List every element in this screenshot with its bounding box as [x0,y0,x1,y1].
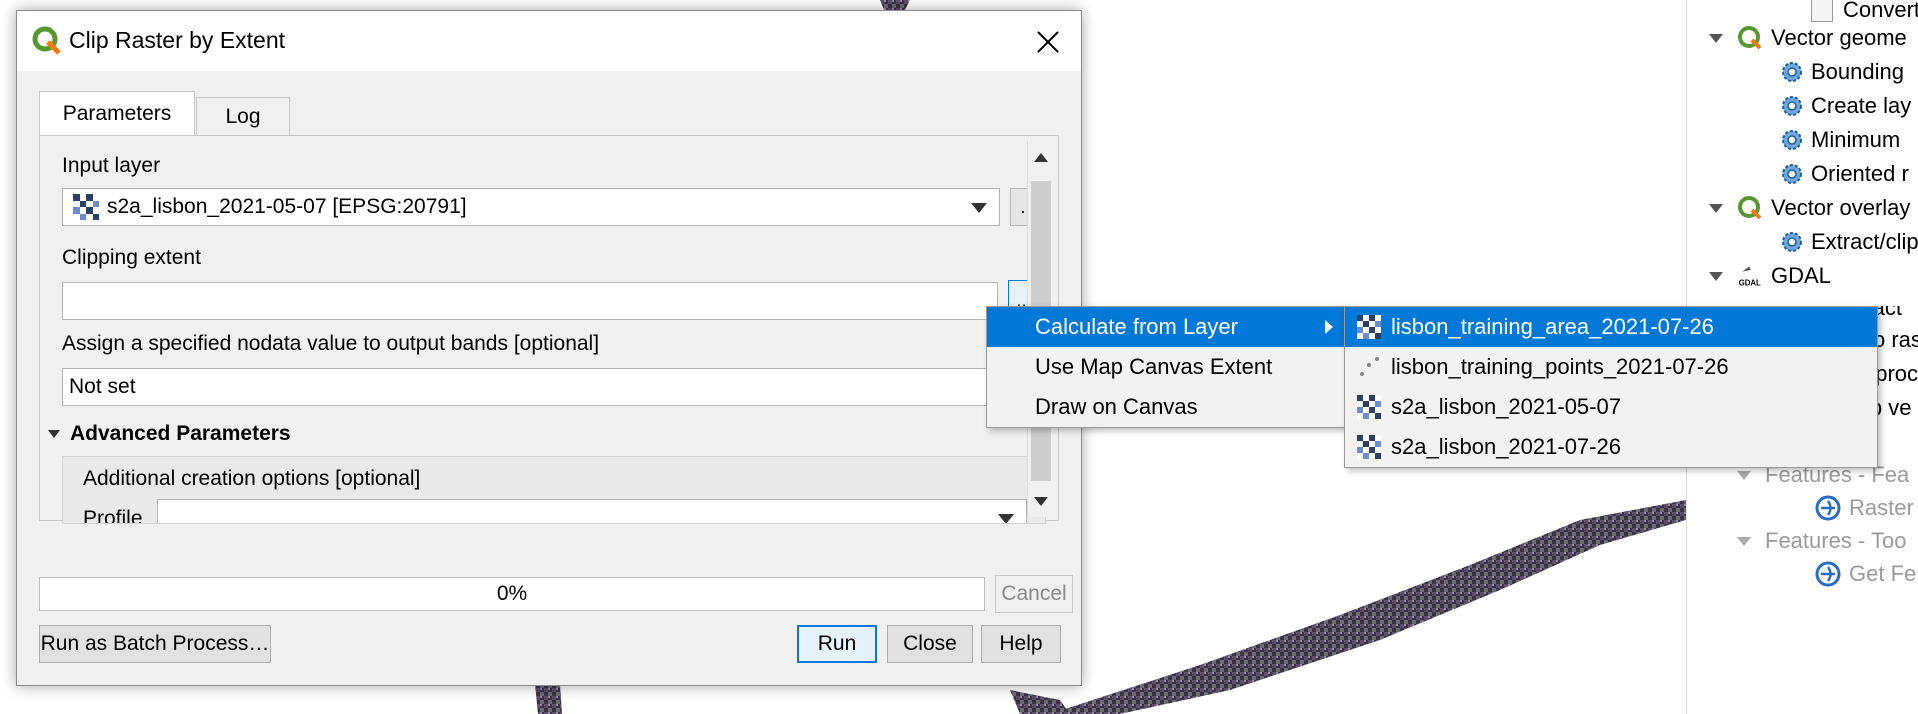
toolbox-item[interactable]: Extract/clip [1779,226,1918,258]
toolbox-label: Vector overlay [1771,195,1911,220]
progress-text: 0% [496,582,528,605]
layer-menu-item[interactable]: lisbon_training_area_2021-07-26 [1345,307,1877,347]
clip-raster-dialog: Clip Raster by Extent Parameters Log Inp… [16,10,1082,686]
nodata-input[interactable]: Not set [62,368,1046,406]
expand-arrow-icon[interactable] [1737,536,1751,546]
toolbox-label: Create lay [1811,93,1912,118]
menu-item-calculate-from-layer[interactable]: Calculate from Layer [987,307,1349,347]
advanced-parameters-toggle[interactable]: Advanced Parameters [48,422,291,446]
toolbox-label: Oriented r [1811,161,1909,186]
raster-layer-icon [1357,395,1381,419]
toolbox-label: Convert la [1843,0,1918,22]
menu-item-label: Draw on Canvas [1035,394,1198,419]
input-layer-label: Input layer [62,154,161,177]
toolbox-group-vector-geometry[interactable]: Vector geome [1709,22,1907,54]
close-button[interactable]: Close [887,625,973,663]
creation-options-label: Additional creation options [optional] [83,467,421,490]
clipping-extent-input[interactable] [62,282,998,320]
run-batch-button[interactable]: Run as Batch Process… [39,625,271,663]
input-layer-value: s2a_lisbon_2021-05-07 [EPSG:20791] [107,195,467,218]
raster-layer-icon [1357,315,1381,339]
toolbox-item[interactable]: Raster [1813,492,1914,524]
svg-text:GDAL: GDAL [1739,279,1761,288]
toolbox-label: Extract/clip [1811,229,1918,254]
clipping-extent-label: Clipping extent [62,246,201,269]
expand-arrow-icon[interactable] [1709,271,1723,281]
toolbox-label: Bounding [1811,59,1904,84]
profile-label: Profile [83,507,143,524]
advanced-parameters-label: Advanced Parameters [70,422,291,445]
raster-layer-icon [73,194,99,220]
gear-icon [1779,229,1805,255]
layer-menu-item[interactable]: s2a_lisbon_2021-07-26 [1345,427,1877,467]
toolbox-label: Vector geome [1771,25,1907,50]
help-button[interactable]: Help [981,625,1061,663]
gear-icon [1779,93,1805,119]
scroll-up-icon[interactable] [1034,153,1048,162]
toolbox-group-gdal[interactable]: GDAL GDAL [1709,260,1831,292]
gear-icon [1779,161,1805,187]
menu-item-label: Calculate from Layer [1035,314,1238,339]
layer-submenu: lisbon_training_area_2021-07-26 lisbon_t… [1344,306,1878,468]
qgis-logo-icon [1738,196,1762,220]
parameters-panel: Input layer s2a_lisbon_2021-05-07 [EPSG:… [39,135,1059,524]
menu-item-label: Use Map Canvas Extent [1035,354,1273,379]
point-layer-icon [1360,357,1379,376]
tab-log[interactable]: Log [196,97,290,136]
gear-icon [1779,59,1805,85]
layer-menu-item[interactable]: lisbon_training_points_2021-07-26 [1345,347,1877,387]
close-icon[interactable] [1031,25,1065,59]
qgis-logo-icon [1738,26,1762,50]
extent-context-menu: Calculate from Layer Use Map Canvas Exte… [986,306,1350,428]
gear-icon [1779,127,1805,153]
nodata-value: Not set [69,375,136,398]
plugin-icon [1815,561,1841,587]
toolbox-label: Get Fe [1849,561,1917,586]
toolbox-label: Minimum [1811,127,1901,152]
toolbox-item[interactable]: Create lay [1779,90,1911,122]
layer-menu-label: s2a_lisbon_2021-05-07 [1391,394,1621,419]
scroll-down-icon[interactable] [1034,497,1048,506]
qgis-logo-icon [32,26,61,55]
tab-parameters[interactable]: Parameters [39,91,195,136]
toolbox-label: o ras [1873,327,1918,352]
toolbox-item[interactable]: Bounding [1779,56,1904,88]
menu-item-draw-on-canvas[interactable]: Draw on Canvas [987,387,1349,427]
tool-icon [1811,0,1833,22]
expand-arrow-icon[interactable] [1709,33,1723,43]
menu-item-use-map-canvas-extent[interactable]: Use Map Canvas Extent [987,347,1349,387]
submenu-arrow-icon [1325,320,1333,334]
cancel-button[interactable]: Cancel [995,575,1073,613]
toolbox-group-vector-overlay[interactable]: Vector overlay [1709,192,1910,224]
expand-arrow-icon[interactable] [1737,470,1751,480]
toolbox-label: Raster [1849,495,1914,520]
collapse-arrow-icon [48,430,60,438]
toolbox-label: GDAL [1771,263,1831,288]
chevron-down-icon [971,203,987,213]
layer-menu-label: lisbon_training_area_2021-07-26 [1391,314,1714,339]
profile-combo[interactable] [157,499,1027,523]
layer-menu-label: s2a_lisbon_2021-07-26 [1391,434,1621,459]
raster-layer-icon [1357,435,1381,459]
toolbox-item[interactable]: o ras [1873,324,1918,356]
input-layer-combo[interactable]: s2a_lisbon_2021-05-07 [EPSG:20791] [62,188,1000,226]
nodata-label: Assign a specified nodata value to outpu… [62,332,600,355]
layer-menu-label: lisbon_training_points_2021-07-26 [1391,354,1729,379]
toolbox-item[interactable]: Oriented r [1779,158,1909,190]
dialog-title: Clip Raster by Extent [69,27,286,53]
toolbox-item[interactable]: Get Fe [1813,558,1916,590]
toolbox-label: Features - Too [1765,528,1907,553]
advanced-parameters-group: Additional creation options [optional] P… [62,456,1046,524]
progress-bar: 0% [39,577,985,611]
run-button[interactable]: Run [797,625,877,663]
layer-menu-item[interactable]: s2a_lisbon_2021-05-07 [1345,387,1877,427]
chevron-down-icon [998,514,1014,523]
expand-arrow-icon[interactable] [1709,203,1723,213]
plugin-icon [1815,495,1841,521]
toolbox-group-features-tools[interactable]: Features - Too [1737,525,1906,557]
gdal-icon: GDAL [1739,266,1761,288]
dialog-titlebar[interactable]: Clip Raster by Extent [17,11,1081,71]
toolbox-item[interactable]: Minimum [1779,124,1900,156]
